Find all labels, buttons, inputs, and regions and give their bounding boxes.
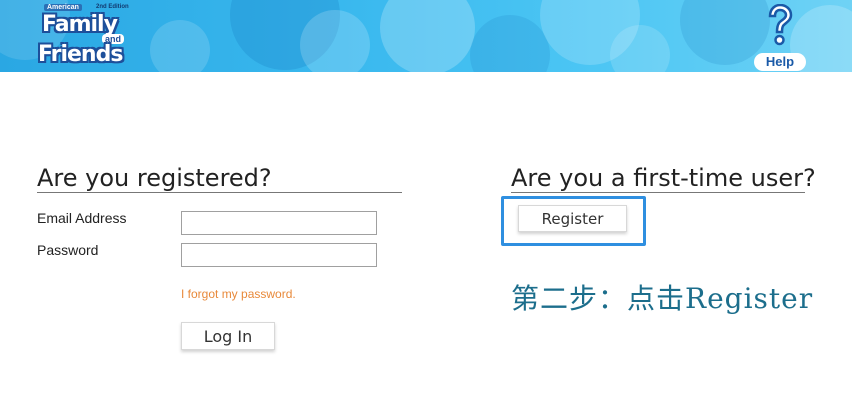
header-banner: American 2nd Edition Family and Friends … xyxy=(0,0,852,72)
password-label: Password xyxy=(37,242,99,258)
password-field[interactable] xyxy=(181,243,377,267)
email-field[interactable] xyxy=(181,211,377,235)
banner-bubble xyxy=(380,0,475,72)
banner-bubble xyxy=(300,10,370,72)
forgot-password-link[interactable]: I forgot my password. xyxy=(181,287,296,301)
register-section-divider xyxy=(511,192,805,193)
question-mark-icon xyxy=(768,4,793,46)
step-annotation: 第二步：点击Register xyxy=(511,282,814,315)
help-label: Help xyxy=(754,53,806,71)
family-and-friends-logo[interactable]: American 2nd Edition Family and Friends xyxy=(36,4,136,68)
logo-badge: American xyxy=(44,4,82,11)
help-button[interactable]: Help xyxy=(754,4,806,71)
email-label: Email Address xyxy=(37,210,127,226)
banner-bubble xyxy=(470,15,550,72)
register-button[interactable]: Register xyxy=(518,205,627,232)
login-section-title: Are you registered? xyxy=(37,164,272,192)
login-button[interactable]: Log In xyxy=(181,322,275,350)
login-section-divider xyxy=(37,192,402,193)
register-section-title: Are you a first-time user? xyxy=(511,164,816,192)
banner-bubble xyxy=(610,25,670,72)
banner-bubble xyxy=(150,20,210,72)
logo-line-friends: Friends xyxy=(38,42,123,67)
logo-edition: 2nd Edition xyxy=(96,4,129,10)
